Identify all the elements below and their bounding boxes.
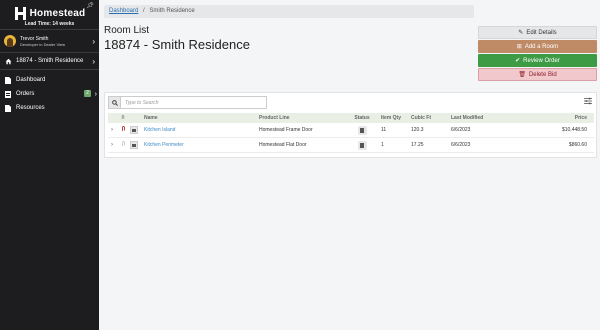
homestead-logo-icon bbox=[14, 6, 27, 20]
review-order-button[interactable]: ✔ Review Order bbox=[478, 54, 597, 67]
room-table-panel: Name Product Line Status Item Qty Cubic … bbox=[104, 92, 597, 158]
breadcrumb: Dashboard / Smith Residence bbox=[104, 5, 474, 18]
cubic-ft: 120.3 bbox=[411, 127, 424, 133]
chevron-right-icon: › bbox=[92, 56, 95, 66]
col-cubic-ft[interactable]: Cubic Ft bbox=[407, 115, 447, 121]
sidebar: Homestead 📌︎ Lead Time: 14 weeks Trevor … bbox=[0, 0, 99, 330]
paperclip-icon[interactable] bbox=[116, 141, 130, 149]
folder-icon bbox=[5, 90, 11, 98]
brand[interactable]: Homestead 📌︎ bbox=[0, 0, 99, 24]
status-document-button[interactable] bbox=[357, 140, 367, 150]
row-menu-button[interactable] bbox=[130, 126, 138, 134]
attachment-header-icon bbox=[116, 114, 130, 122]
delete-bid-button[interactable]: 🗑︎ Delete Bid bbox=[478, 68, 597, 81]
orders-count-badge: 2 bbox=[84, 90, 91, 97]
hamburger-icon bbox=[132, 128, 136, 132]
document-icon bbox=[360, 142, 364, 148]
last-modified: 6/6/2023 bbox=[451, 127, 471, 133]
item-qty: 1 bbox=[381, 142, 384, 148]
col-product-line[interactable]: Product Line bbox=[259, 115, 347, 121]
col-status[interactable]: Status bbox=[347, 115, 377, 121]
edit-details-button[interactable]: ✎ Edit Details bbox=[478, 26, 597, 39]
hamburger-icon bbox=[132, 143, 136, 147]
trash-icon: 🗑︎ bbox=[518, 72, 526, 78]
room-name-link[interactable]: Kitchen Perimeter bbox=[140, 142, 200, 148]
product-line: Homestead Frame Door bbox=[259, 127, 313, 133]
sidebar-item-orders[interactable]: Orders 2 › bbox=[0, 87, 99, 101]
user-role: Developer in Dealer View bbox=[20, 41, 66, 47]
avatar bbox=[4, 35, 16, 47]
delete-bid-label: Delete Bid bbox=[528, 71, 557, 78]
status-document-button[interactable] bbox=[357, 125, 367, 135]
item-qty: 11 bbox=[381, 127, 387, 133]
last-modified: 6/6/2023 bbox=[451, 142, 471, 148]
search-bar bbox=[108, 96, 267, 109]
product-line: Homestead Flat Door bbox=[259, 142, 307, 148]
sliders-icon[interactable] bbox=[584, 97, 592, 105]
paperclip-icon[interactable] bbox=[116, 126, 130, 134]
plus-square-icon: ⊞ bbox=[516, 44, 522, 50]
brand-name: Homestead bbox=[29, 7, 86, 19]
price: $860.60 bbox=[568, 142, 587, 148]
chevron-right-icon: › bbox=[92, 36, 95, 46]
col-name[interactable]: Name bbox=[140, 115, 200, 121]
breadcrumb-dashboard-link[interactable]: Dashboard bbox=[109, 8, 138, 14]
project-selector[interactable]: 18874 - Smith Residence › bbox=[0, 53, 99, 69]
table-row[interactable]: › Kitchen Perimeter Homestead Flat Door … bbox=[108, 138, 594, 153]
search-icon bbox=[111, 99, 118, 106]
price: $10,448.50 bbox=[561, 127, 587, 133]
page-title: 18874 - Smith Residence bbox=[104, 37, 250, 52]
home-icon bbox=[5, 58, 12, 64]
sidebar-item-label: Orders bbox=[16, 91, 35, 97]
project-label: 18874 - Smith Residence bbox=[16, 58, 84, 64]
sidebar-item-resources[interactable]: Resources bbox=[0, 101, 99, 115]
review-order-label: Review Order bbox=[523, 57, 560, 64]
add-room-label: Add a Room bbox=[524, 43, 559, 50]
pin-icon[interactable]: 📌︎ bbox=[86, 2, 94, 9]
col-item-qty[interactable]: Item Qty bbox=[377, 115, 407, 121]
col-price[interactable]: Price bbox=[507, 115, 590, 121]
search-input[interactable] bbox=[121, 96, 267, 109]
sidebar-item-label: Resources bbox=[16, 105, 45, 111]
room-table: Name Product Line Status Item Qty Cubic … bbox=[108, 113, 594, 153]
user-menu[interactable]: Trevor Smith Developer in Dealer View › bbox=[0, 30, 99, 52]
check-icon: ✔ bbox=[515, 58, 521, 64]
edit-details-label: Edit Details bbox=[526, 29, 557, 36]
col-last-modified[interactable]: Last Modified bbox=[447, 115, 507, 121]
expand-chevron-icon[interactable]: › bbox=[108, 142, 116, 148]
sidebar-item-dashboard[interactable]: Dashboard bbox=[0, 73, 99, 87]
search-button[interactable] bbox=[108, 96, 121, 109]
expand-chevron-icon[interactable]: › bbox=[108, 127, 116, 133]
cubic-ft: 17.25 bbox=[411, 142, 424, 148]
edit-icon: ✎ bbox=[518, 30, 524, 36]
document-icon bbox=[360, 127, 364, 133]
breadcrumb-separator: / bbox=[143, 8, 145, 14]
room-name-link[interactable]: Kitchen Island bbox=[140, 127, 200, 133]
section-label: Room List bbox=[104, 25, 150, 36]
sidebar-item-label: Dashboard bbox=[16, 77, 46, 83]
document-icon bbox=[5, 104, 11, 112]
add-room-button[interactable]: ⊞ Add a Room bbox=[478, 40, 597, 53]
chevron-right-icon: › bbox=[94, 90, 97, 98]
document-icon bbox=[5, 76, 11, 84]
table-header: Name Product Line Status Item Qty Cubic … bbox=[108, 113, 594, 123]
table-row[interactable]: › Kitchen Island Homestead Frame Door 11… bbox=[108, 123, 594, 138]
breadcrumb-current: Smith Residence bbox=[149, 8, 195, 14]
row-menu-button[interactable] bbox=[130, 141, 138, 149]
